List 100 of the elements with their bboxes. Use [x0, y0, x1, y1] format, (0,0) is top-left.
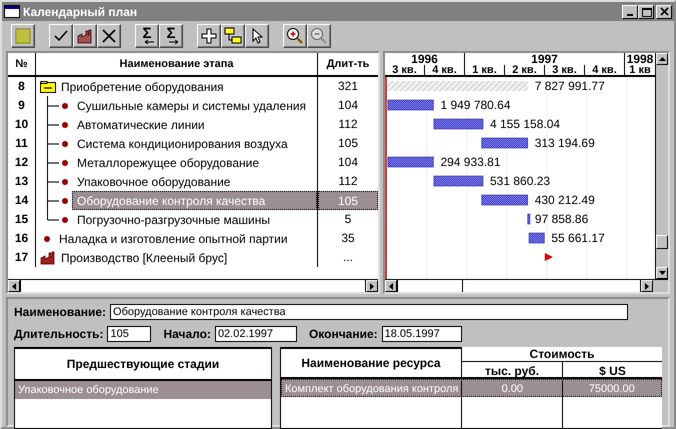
- stage-name[interactable]: Приобретение оборудования: [56, 77, 317, 96]
- zoom-in-button[interactable]: [283, 24, 307, 48]
- cost-label: 313 194.69: [534, 136, 595, 150]
- row-number: 17: [8, 248, 36, 267]
- scroll-right-button[interactable]: [641, 280, 653, 292]
- duration-cell: 105: [318, 191, 378, 210]
- window-icon: [4, 5, 20, 18]
- close-button[interactable]: [656, 4, 672, 18]
- cost-label: 97 858.86: [534, 212, 588, 226]
- cost-label: 430 212.49: [534, 193, 595, 207]
- scroll-up-button[interactable]: [656, 53, 668, 65]
- scroll-left-button[interactable]: [385, 280, 397, 292]
- scroll-left-button[interactable]: [8, 280, 20, 292]
- task-bar[interactable]: [481, 138, 528, 148]
- grid-button[interactable]: [11, 24, 35, 48]
- stage-name[interactable]: Погрузочно-разгрузочные машины: [72, 210, 317, 229]
- start-field[interactable]: 02.02.1997: [214, 326, 297, 342]
- quarter-header: 2 кв.: [505, 65, 545, 75]
- row-number: 13: [8, 172, 36, 191]
- cost-label: 4 155 158.04: [490, 117, 560, 131]
- quarter-header: 1 кв: [628, 65, 652, 75]
- milestone-flag[interactable]: [544, 253, 553, 261]
- folder-icon[interactable]: [40, 80, 56, 92]
- task-bar[interactable]: [528, 232, 545, 244]
- name-field[interactable]: Оборудование контроля качества: [110, 304, 628, 320]
- duration-cell-text: 321: [336, 78, 360, 95]
- duration-cell-text: 104: [336, 154, 360, 171]
- task-bar[interactable]: [388, 100, 434, 110]
- row-number: 11: [8, 134, 36, 153]
- task-bar[interactable]: [527, 214, 530, 224]
- zoom-out-icon: [309, 26, 329, 46]
- duration-cell-text: 105: [336, 135, 360, 152]
- plus-button[interactable]: [197, 24, 221, 48]
- stage-name[interactable]: Производство [Клееный брус]: [56, 248, 317, 267]
- tree-button[interactable]: [221, 24, 245, 48]
- field-label: Наименование:: [14, 304, 106, 321]
- cost-label: 531 860.23: [490, 174, 550, 188]
- duration-cell-text: 112: [337, 173, 359, 190]
- task-bar[interactable]: [481, 194, 528, 206]
- field-label: Длительность:: [14, 326, 104, 343]
- duration-cell-text: 35: [340, 230, 356, 247]
- arrow-right-icon: [370, 282, 374, 290]
- row-number: 16: [8, 229, 36, 248]
- task-bar[interactable]: [434, 176, 484, 186]
- stage-name[interactable]: Упаковочное оборудование: [72, 172, 317, 191]
- stage-name[interactable]: Сушильные камеры и системы удаления: [72, 96, 317, 115]
- bullet-icon: [62, 122, 68, 128]
- factory-button[interactable]: [73, 24, 97, 48]
- bullet-icon: [62, 198, 68, 204]
- stage-name[interactable]: Металлорежущее оборудование: [72, 153, 317, 172]
- bullet-icon: [44, 236, 50, 242]
- end-field[interactable]: 18.05.1997: [382, 326, 462, 342]
- bullet-icon: [62, 102, 68, 108]
- column-header: Наименование ресурса: [281, 347, 462, 377]
- quarter-header: 3 кв.: [385, 65, 425, 75]
- stage-name[interactable]: Система кондиционирования воздуха: [72, 134, 317, 153]
- sum-button[interactable]: Σ: [159, 24, 183, 48]
- plus-icon: [199, 26, 219, 46]
- scroll-right-button[interactable]: [366, 280, 378, 292]
- duration-cell-text: ...: [342, 249, 354, 266]
- check-button[interactable]: [49, 24, 73, 48]
- zoom-in-icon: [285, 26, 305, 46]
- column-header: Длит-ть: [326, 56, 370, 72]
- cost-label: 1 949 780.64: [440, 98, 511, 112]
- duration-cell-text: 112: [337, 116, 359, 133]
- arrow-left-icon: [12, 282, 16, 290]
- year-header: 1997: [465, 53, 625, 65]
- cross-button[interactable]: [97, 24, 121, 48]
- year-header: 1996: [385, 53, 465, 65]
- column-header: №: [8, 53, 36, 75]
- task-bar[interactable]: [388, 156, 434, 168]
- arrow-right-icon: [168, 39, 179, 45]
- bullet-icon: [62, 216, 68, 222]
- bullet-icon: [62, 160, 68, 166]
- sum-button[interactable]: Σ: [135, 24, 159, 48]
- maximize-button[interactable]: [638, 4, 654, 18]
- bullet-icon: [62, 178, 68, 184]
- minimize-icon: [627, 14, 633, 16]
- task-bar[interactable]: [434, 118, 484, 130]
- cost-cell: 0.00: [462, 380, 563, 398]
- pointer-button[interactable]: [245, 24, 269, 48]
- duration-cell-text: 104: [336, 97, 360, 114]
- duration-field[interactable]: 105: [107, 326, 152, 342]
- arrow-up-icon: [658, 57, 666, 61]
- field-label: Начало:: [163, 326, 211, 343]
- row-number: 12: [8, 153, 36, 172]
- scroll-down-button[interactable]: [656, 267, 668, 279]
- row-number: 9: [8, 96, 36, 115]
- cost-cell-text: 75000.00: [588, 382, 636, 397]
- quarter-header: 3 кв.: [545, 65, 585, 75]
- arrow-left-icon: [389, 282, 393, 290]
- cost-label: 55 661.17: [551, 231, 605, 245]
- bullet-icon: [62, 140, 68, 146]
- row-number: 8: [8, 77, 36, 96]
- stage-name[interactable]: Наладка и изготовление опытной партии: [54, 229, 317, 248]
- minimize-button[interactable]: [622, 4, 638, 18]
- duration-cell-text: 5: [344, 211, 352, 228]
- tree-icon: [223, 26, 243, 46]
- row-number: 14: [8, 191, 36, 210]
- stage-name[interactable]: Автоматические линии: [72, 115, 317, 134]
